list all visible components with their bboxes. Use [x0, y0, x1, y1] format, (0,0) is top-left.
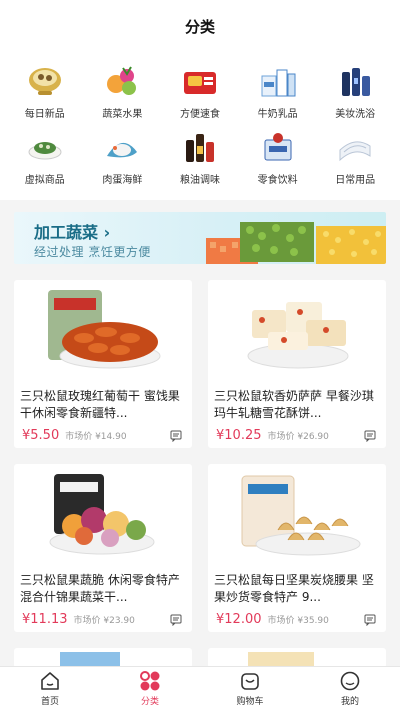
tab-profile[interactable]: 我的: [300, 667, 400, 710]
comment-icon[interactable]: [364, 614, 376, 626]
tab-category[interactable]: 分类: [100, 667, 200, 710]
market-price: 市场价 ¥14.90: [65, 432, 127, 442]
banner-title: 加工蔬菜 ›: [34, 223, 111, 242]
product-price: ¥12.00: [216, 612, 262, 627]
product-image-vegetable-chips: [49, 474, 155, 555]
category-panel: 每日新品 蔬菜水果 方便速食 牛奶乳品 美妆洗浴 虚拟商品 肉蛋海鲜 粮油调味 …: [0, 52, 400, 200]
category-icon: [140, 671, 160, 691]
product-card-partial[interactable]: [208, 648, 386, 668]
bottom-tab-bar: 首页 分类 购物车 我的: [0, 666, 400, 710]
vegetable-image: [206, 222, 386, 264]
cosmetics-icon: [342, 68, 371, 96]
category-item-daily-new[interactable]: 每日新品: [6, 60, 84, 126]
category-item-vegetables-fruits[interactable]: 蔬菜水果: [84, 60, 162, 126]
comment-icon[interactable]: [364, 430, 376, 442]
product-card[interactable]: 三只松鼠玫瑰红葡萄干 蜜饯果干休闲零食新疆特... ¥5.50 市场价 ¥14.…: [14, 280, 192, 448]
noodle-pack-icon: [183, 72, 216, 94]
product-image-partial: [60, 652, 120, 668]
product-card-partial[interactable]: [14, 648, 192, 668]
product-image-cashews: [241, 475, 361, 556]
category-item-instant-food[interactable]: 方便速食: [161, 60, 239, 126]
market-price: 市场价 ¥26.90: [267, 432, 329, 442]
market-price: 市场价 ¥35.90: [267, 616, 329, 626]
bowl-icon: [28, 68, 61, 95]
tab-cart[interactable]: 购物车: [200, 667, 300, 710]
seafood-icon: [107, 142, 138, 158]
category-item-dairy[interactable]: 牛奶乳品: [239, 60, 317, 126]
fruit-icon: [107, 66, 137, 95]
category-item-daily-goods[interactable]: 日常用品: [316, 126, 394, 192]
product-card[interactable]: 三只松鼠每日坚果炭烧腰果 坚果炒货零食特产 9... ¥12.00 市场价 ¥3…: [208, 464, 386, 632]
tab-home[interactable]: 首页: [0, 667, 100, 710]
category-item-cosmetics[interactable]: 美妆洗浴: [316, 60, 394, 126]
product-image-sachima: [247, 302, 349, 369]
category-item-virtual[interactable]: 虚拟商品: [6, 126, 84, 192]
product-price: ¥10.25: [216, 428, 262, 443]
processed-vegetables-banner[interactable]: 加工蔬菜 › 经过处理 烹饪更方便: [14, 212, 386, 264]
profile-icon: [340, 671, 360, 691]
product-name: 三只松鼠每日坚果炭烧腰果 坚果炒货零食特产 9...: [214, 573, 374, 604]
product-name: 三只松鼠果蔬脆 休闲零食特产混合什锦果蔬菜干...: [20, 573, 180, 604]
product-price: ¥5.50: [22, 428, 60, 443]
comment-icon[interactable]: [170, 614, 182, 626]
cart-icon: [241, 673, 259, 690]
category-item-grain-oil[interactable]: 粮油调味: [161, 126, 239, 192]
product-card[interactable]: 三只松鼠软香奶萨萨 早餐沙琪玛牛轧糖雪花酥饼... ¥10.25 市场价 ¥26…: [208, 280, 386, 448]
category-item-meat-seafood[interactable]: 肉蛋海鲜: [84, 126, 162, 192]
product-card[interactable]: 三只松鼠果蔬脆 休闲零食特产混合什锦果蔬菜干... ¥11.13 市场价 ¥23…: [14, 464, 192, 632]
product-image-partial: [248, 652, 314, 668]
snack-icon: [264, 133, 292, 161]
product-name: 三只松鼠软香奶萨萨 早餐沙琪玛牛轧糖雪花酥饼...: [214, 389, 374, 420]
product-price: ¥11.13: [22, 612, 68, 627]
home-icon: [41, 672, 59, 690]
towel-icon: [339, 141, 371, 162]
category-item-snacks-drinks[interactable]: 零食饮料: [239, 126, 317, 192]
chevron-right-icon: ›: [103, 223, 111, 242]
page-title: 分类: [184, 17, 215, 36]
top-bar: 分类: [0, 0, 400, 52]
condiment-icon: [185, 134, 214, 162]
market-price: 市场价 ¥23.90: [73, 616, 135, 626]
comment-icon[interactable]: [170, 430, 182, 442]
banner-subtitle: 经过处理 烹饪更方便: [34, 245, 151, 259]
dish-icon: [28, 142, 62, 160]
milk-icon: [261, 69, 296, 97]
product-image-raisins: [48, 290, 161, 369]
product-name: 三只松鼠玫瑰红葡萄干 蜜饯果干休闲零食新疆特...: [20, 389, 180, 420]
